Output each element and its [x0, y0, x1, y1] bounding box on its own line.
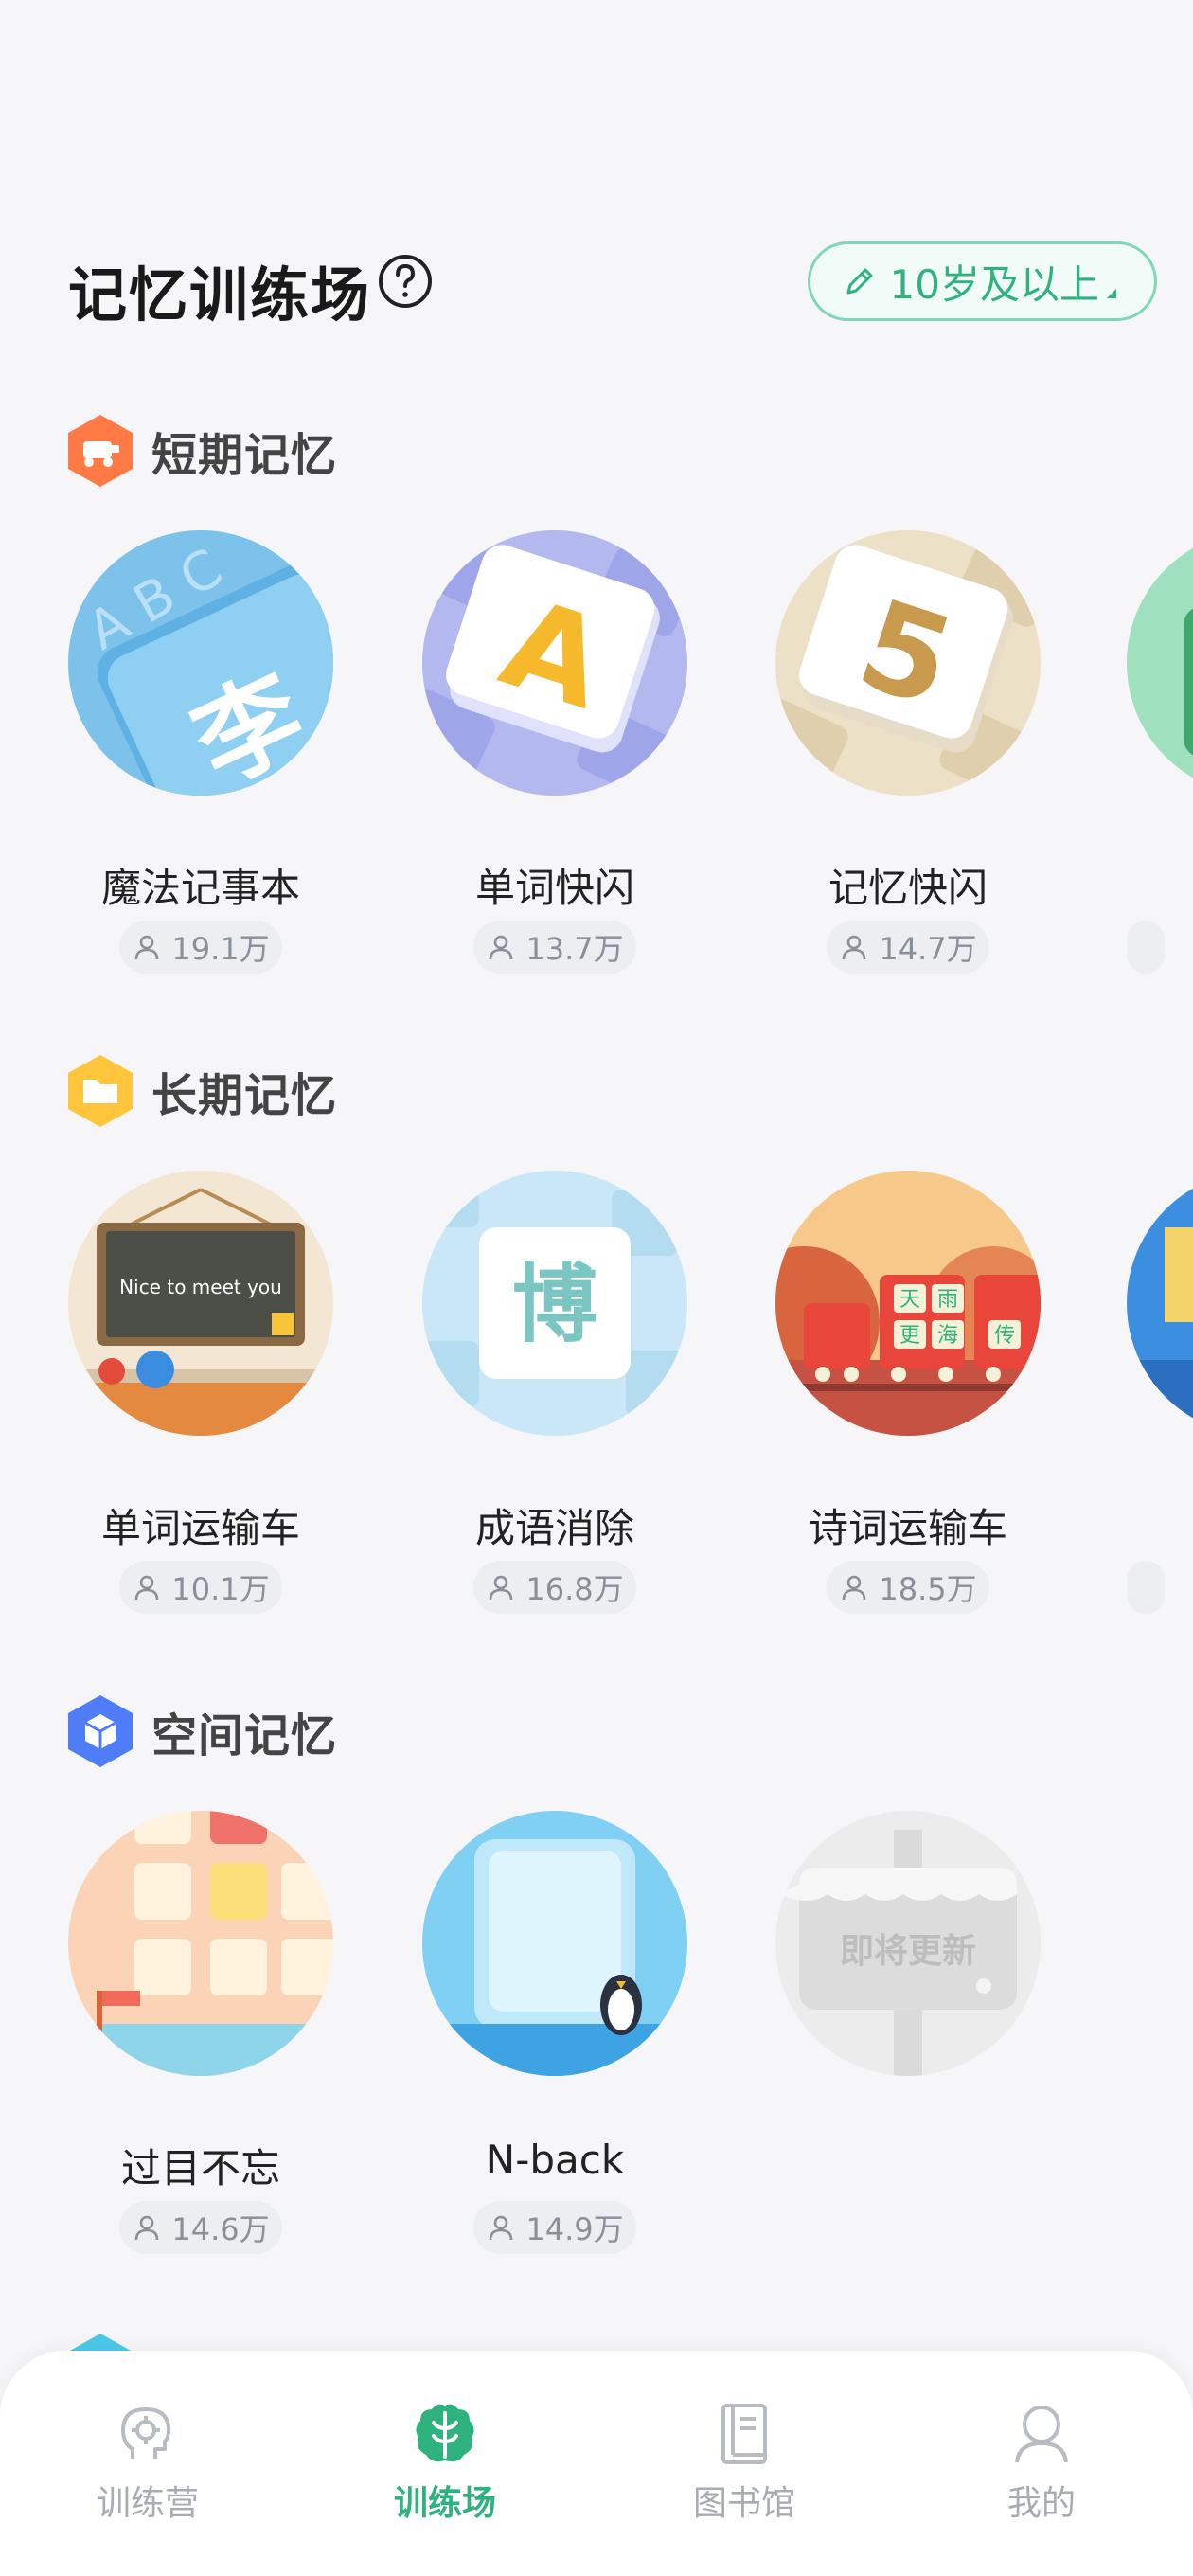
cart-icon — [68, 415, 133, 487]
tab-training-camp[interactable]: 训练营 — [53, 2400, 242, 2525]
player-count: 14.9万 — [473, 2201, 636, 2254]
section-spatial: 空间记忆 过目不忘 14.6万 N-back 14.9万 即将更新 — [0, 1693, 1193, 2281]
tab-library[interactable]: 图书馆 — [650, 2400, 839, 2525]
poem-tile-5: 传 — [994, 1324, 1015, 1348]
section-title: 空间记忆 — [151, 1709, 338, 1762]
game-name: 石 — [1089, 856, 1193, 914]
player-count: 14.7万 — [827, 921, 989, 974]
person-icon — [490, 2215, 513, 2241]
folder-icon — [68, 1055, 133, 1127]
player-count-value: 16.8万 — [525, 1571, 624, 1607]
player-count-value: 14.7万 — [879, 931, 977, 967]
photographic-memory-thumbnail — [68, 1811, 333, 2076]
section-long-term: 长期记忆 Nice to meet you 单词运输车 10.1万 博 成语消除… — [0, 1053, 1193, 1640]
player-count — [1127, 1561, 1165, 1614]
section-header: 长期记忆 — [66, 1053, 337, 1129]
coming-soon-text: 即将更新 — [840, 1932, 976, 1971]
person-icon — [490, 935, 513, 960]
game-name: 记忆快闪 — [828, 865, 988, 911]
bottom-tab-bar: 训练营 训练场 图书馆 我的 — [0, 2351, 1193, 2576]
brain-icon — [416, 2404, 474, 2462]
game-name: 单词快闪 — [474, 865, 634, 911]
partial-thumbnail — [1127, 530, 1193, 796]
partial-thumbnail — [1127, 1171, 1193, 1436]
player-count: 16.8万 — [473, 1561, 636, 1614]
word-flash-thumbnail: A — [422, 530, 687, 796]
game-name: 海 — [1089, 1496, 1193, 1554]
section-title: 长期记忆 — [151, 1069, 338, 1122]
tab-label: 训练营 — [96, 2484, 199, 2523]
person-icon — [135, 935, 159, 960]
page-title: 记忆训练场 — [68, 260, 372, 330]
idiom-tile-text: 博 — [512, 1255, 597, 1354]
age-filter-button[interactable]: 10岁及以上 — [807, 242, 1157, 321]
magic-notebook-thumbnail: A B C 李 — [68, 530, 333, 796]
help-icon[interactable] — [377, 253, 434, 310]
dropdown-corner-icon — [1107, 289, 1116, 298]
tab-me[interactable]: 我的 — [947, 2400, 1136, 2525]
poem-tile-1: 天 — [899, 1288, 920, 1312]
book-icon — [721, 2404, 767, 2464]
tab-training-ground[interactable]: 训练场 — [350, 2400, 540, 2525]
player-count-value: 14.6万 — [171, 2211, 270, 2247]
section-title: 短期记忆 — [151, 429, 338, 482]
game-name: N-back — [485, 2137, 625, 2183]
player-count: 19.1万 — [119, 921, 282, 974]
pencil-icon — [846, 268, 873, 295]
memory-flash-thumbnail: 5 — [775, 530, 1041, 796]
n-back-thumbnail — [422, 1811, 687, 2076]
word-transport-thumbnail: Nice to meet you — [68, 1171, 333, 1436]
player-count-value: 14.9万 — [525, 2211, 624, 2247]
age-label: 10岁及以上 — [889, 260, 1099, 308]
person-icon — [843, 935, 866, 960]
tab-label: 我的 — [1006, 2484, 1076, 2523]
idiom-elimination-thumbnail: 博 — [422, 1171, 687, 1436]
person-icon — [1015, 2406, 1068, 2463]
player-count: 10.1万 — [119, 1561, 282, 1614]
person-icon — [490, 1575, 513, 1601]
section-header: 短期记忆 — [66, 413, 337, 489]
tab-label: 训练场 — [393, 2484, 496, 2523]
player-count-value: 10.1万 — [171, 1571, 270, 1607]
person-icon — [843, 1575, 866, 1601]
player-count: 13.7万 — [473, 921, 636, 974]
head-target-icon — [121, 2407, 170, 2459]
person-icon — [135, 1575, 159, 1601]
poem-tile-4: 海 — [937, 1324, 958, 1348]
coming-soon-thumbnail: 即将更新 — [775, 1811, 1041, 2076]
game-name: 过目不忘 — [120, 2145, 280, 2191]
poem-transport-thumbnail: 天 雨 更 海 传 — [775, 1171, 1041, 1436]
poem-tile-3: 更 — [899, 1324, 920, 1348]
player-count-value: 13.7万 — [525, 931, 624, 967]
section-header: 空间记忆 — [66, 1693, 337, 1769]
poem-tile-2: 雨 — [937, 1288, 958, 1312]
tab-label: 图书馆 — [692, 2484, 795, 2523]
game-name: 诗词运输车 — [808, 1505, 1007, 1551]
player-count — [1127, 921, 1165, 974]
game-name: 成语消除 — [474, 1505, 634, 1551]
player-count-value: 19.1万 — [171, 931, 270, 967]
player-count: 18.5万 — [827, 1561, 989, 1614]
cube-icon — [68, 1695, 133, 1767]
person-icon — [135, 2215, 159, 2241]
player-count: 14.6万 — [119, 2201, 282, 2254]
section-short-term: 短期记忆 A B C 李 魔法记事本 19.1万 A 单词快闪 13.7万 5 … — [0, 413, 1193, 1000]
page: 记忆训练场 10岁及以上 短期记忆 A B C 李 魔法记事本 19.1万 A … — [0, 0, 1193, 2576]
player-count-value: 18.5万 — [879, 1571, 977, 1607]
game-name: 魔法记事本 — [100, 865, 300, 911]
game-name: 单词运输车 — [100, 1505, 300, 1551]
header: 记忆训练场 10岁及以上 — [68, 242, 1157, 336]
blackboard-text: Nice to meet you — [119, 1276, 282, 1298]
